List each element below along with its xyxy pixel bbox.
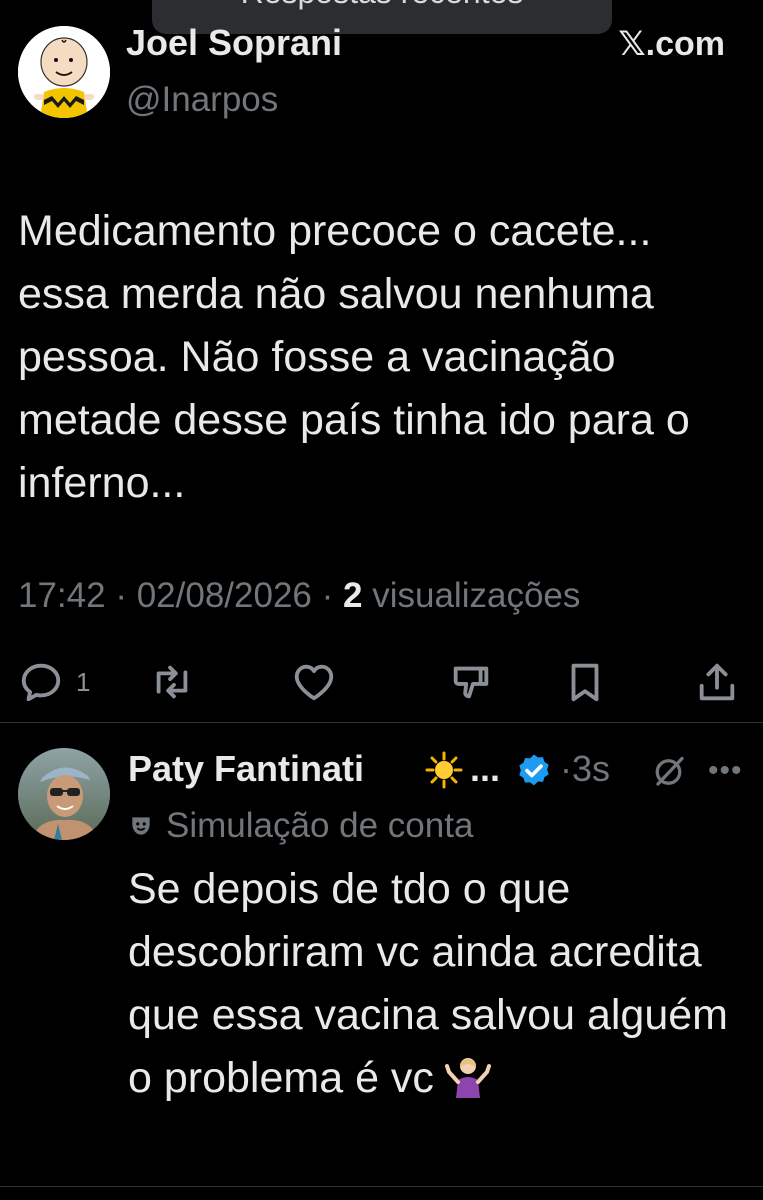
like-icon bbox=[294, 664, 334, 701]
author-name[interactable]: Joel Soprani bbox=[126, 22, 342, 64]
author-handle[interactable]: @Inarpos bbox=[126, 80, 278, 120]
meta-separator: · bbox=[321, 576, 334, 615]
tweet-text: Medicamento precoce o cacete... essa mer… bbox=[18, 207, 690, 507]
tweet-actions: 1 bbox=[0, 656, 763, 708]
woman-photo-avatar-icon bbox=[18, 748, 110, 840]
person-shrugging-emoji-icon bbox=[444, 1058, 491, 1098]
grok-icon[interactable] bbox=[652, 754, 688, 790]
name-truncation: ... bbox=[470, 748, 501, 789]
bookmark-button[interactable] bbox=[562, 656, 608, 708]
reply-time[interactable]: ·3s bbox=[560, 748, 610, 790]
reply-time-value: 3s bbox=[572, 748, 611, 789]
simulation-text: Simulação de conta bbox=[166, 806, 474, 845]
views-count: 2 bbox=[343, 576, 363, 615]
charlie-brown-avatar-icon bbox=[18, 26, 110, 118]
reply-body: Se depois de tdo o que descobriram vc ai… bbox=[128, 865, 728, 1102]
theater-mask-icon bbox=[132, 817, 150, 835]
retweet-button[interactable] bbox=[148, 656, 196, 708]
reply-author-name[interactable]: Paty Fantinati bbox=[128, 748, 364, 790]
share-button[interactable] bbox=[694, 656, 740, 708]
tweet-date[interactable]: 02/08/2026 bbox=[137, 576, 312, 615]
more-options-icon[interactable]: ••• bbox=[708, 754, 743, 788]
reply-text: Se depois de tdo o que descobriram vc ai… bbox=[128, 858, 748, 1110]
reply-button[interactable]: 1 bbox=[18, 656, 90, 708]
toast-label: Respostas recentes bbox=[152, 0, 612, 11]
tweet-time[interactable]: 17:42 bbox=[18, 576, 106, 615]
tweet-meta: 17:42 · 02/08/2026 · 2 visualizações bbox=[18, 576, 580, 616]
like-button[interactable] bbox=[290, 656, 338, 708]
reply-count: 1 bbox=[76, 666, 91, 697]
verified-badge-icon[interactable] bbox=[514, 752, 554, 792]
reply-author-avatar[interactable] bbox=[18, 748, 110, 840]
time-separator: · bbox=[560, 748, 572, 789]
bookmark-icon bbox=[571, 663, 599, 702]
dislike-icon bbox=[453, 666, 489, 699]
share-icon bbox=[699, 663, 735, 701]
retweet-icon bbox=[156, 665, 188, 699]
x-site-label: 𝕏.com bbox=[618, 25, 725, 63]
reply-icon bbox=[21, 663, 61, 702]
section-divider bbox=[0, 722, 763, 723]
dislike-button[interactable] bbox=[446, 656, 496, 708]
account-simulation-label: Simulação de conta bbox=[128, 806, 473, 846]
sun-emoji-icon bbox=[425, 751, 463, 789]
author-avatar[interactable] bbox=[18, 26, 110, 118]
views-label: visualizações bbox=[372, 576, 581, 615]
meta-separator: · bbox=[115, 576, 127, 615]
bottom-divider bbox=[0, 1186, 763, 1187]
